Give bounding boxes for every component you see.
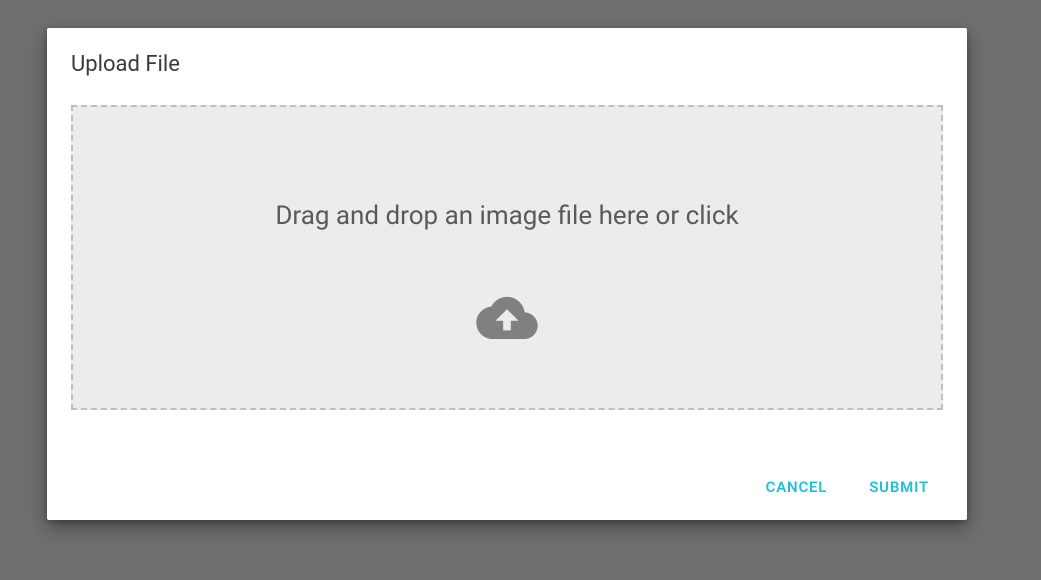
dialog-actions: CANCEL SUBMIT	[71, 472, 943, 502]
cancel-button[interactable]: CANCEL	[762, 472, 832, 502]
dropzone-instruction-text: Drag and drop an image file here or clic…	[275, 201, 738, 231]
submit-button[interactable]: SUBMIT	[865, 472, 933, 502]
file-dropzone[interactable]: Drag and drop an image file here or clic…	[71, 105, 943, 410]
upload-file-dialog: Upload File Drag and drop an image file …	[47, 28, 967, 520]
dialog-title: Upload File	[71, 52, 943, 77]
cloud-upload-icon	[476, 293, 538, 339]
